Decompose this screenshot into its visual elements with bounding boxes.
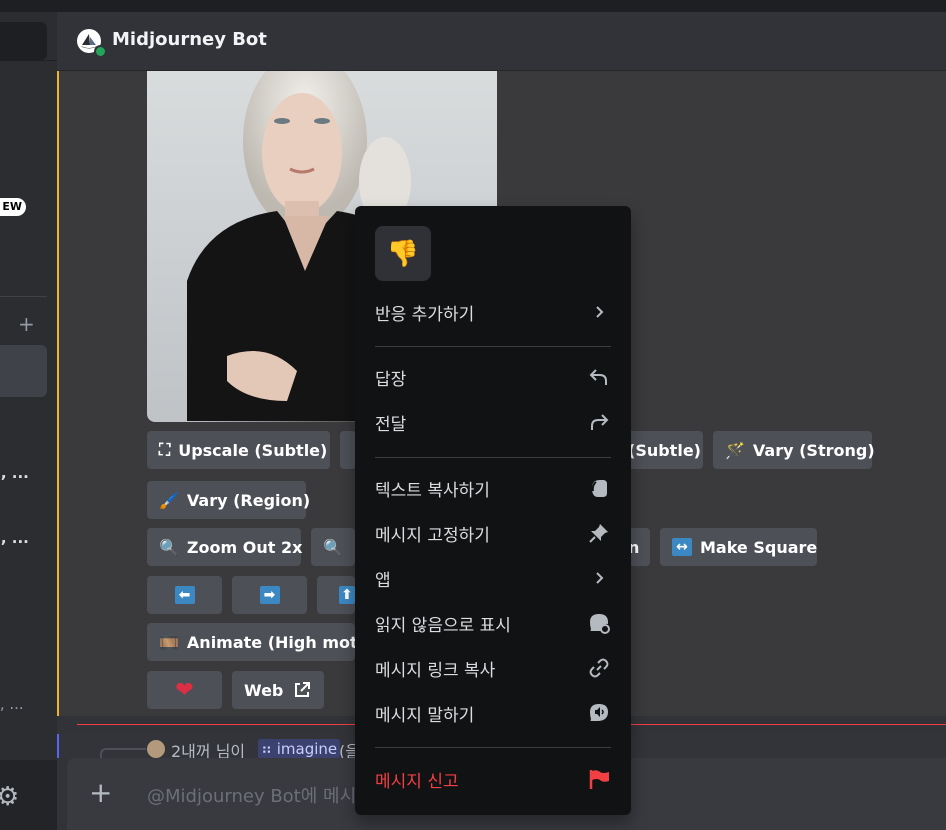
heart-icon: ❤ bbox=[175, 677, 194, 703]
reply-icon bbox=[587, 365, 611, 389]
magic-wand-icon: 🪄 bbox=[725, 440, 745, 460]
upscale-subtle-button[interactable]: ⛶ Upscale (Subtle) bbox=[147, 431, 330, 469]
forward-icon bbox=[587, 410, 611, 434]
quick-reaction-thumbs-down[interactable]: 👎 bbox=[375, 226, 431, 281]
slash-command-mention[interactable]: ⠶ imagine bbox=[258, 739, 341, 759]
menu-item-reply[interactable]: 답장 bbox=[367, 359, 619, 395]
arrow-right-icon: ➡ bbox=[259, 586, 280, 604]
pin-icon bbox=[587, 521, 611, 545]
channel-header: Midjourney Bot bbox=[57, 12, 946, 71]
vary-subtle-button[interactable]: (Subtle) bbox=[626, 431, 703, 469]
highlight-bar bbox=[57, 71, 59, 716]
sidebar-dm-item[interactable]: ), ... bbox=[0, 695, 24, 713]
menu-item-apps[interactable]: 앱 bbox=[367, 560, 619, 596]
sidebar-divider bbox=[0, 60, 57, 61]
film-icon: 🎞️ bbox=[159, 632, 179, 652]
menu-item-mark-unread[interactable]: 읽지 않음으로 표시 bbox=[367, 605, 619, 641]
attach-plus-icon[interactable]: + bbox=[89, 778, 112, 808]
sidebar-item-selected[interactable] bbox=[0, 345, 47, 397]
favorite-button[interactable]: ❤ bbox=[147, 671, 222, 709]
zoom-out-1-5x-button[interactable]: 🔍 bbox=[311, 528, 355, 566]
menu-separator bbox=[375, 457, 611, 458]
menu-item-copy-text[interactable]: 텍스트 복사하기 bbox=[367, 470, 619, 506]
page-title: Midjourney Bot bbox=[112, 29, 267, 50]
expand-icon: ⛶ bbox=[159, 440, 171, 459]
new-badge: EW bbox=[0, 198, 26, 216]
animate-high-motion-button[interactable]: 🎞️ Animate (High motion bbox=[147, 623, 386, 661]
sidebar-dm-item[interactable]: ), ... bbox=[0, 529, 29, 547]
zoom-out-2x-button[interactable]: 🔍 Zoom Out 2x bbox=[147, 528, 302, 566]
make-square-button[interactable]: ↔ Make Square bbox=[660, 528, 817, 566]
pan-right-button[interactable]: ➡ bbox=[232, 576, 307, 614]
chevron-right-icon bbox=[587, 566, 611, 590]
link-icon bbox=[587, 656, 611, 680]
paintbrush-icon: 🖌️ bbox=[159, 490, 179, 510]
external-link-icon bbox=[293, 681, 311, 699]
left-right-arrow-icon: ↔ bbox=[672, 538, 692, 556]
magnifier-icon: 🔍 bbox=[323, 537, 343, 557]
flag-icon bbox=[587, 767, 611, 791]
web-link-button[interactable]: Web bbox=[232, 671, 324, 709]
mark-unread-icon bbox=[587, 611, 611, 635]
message-input[interactable]: @Midjourney Bot에 메시 bbox=[147, 782, 356, 808]
menu-item-report-message[interactable]: 메시지 신고 bbox=[367, 761, 619, 797]
vary-strong-button[interactable]: 🪄 Vary (Strong) bbox=[713, 431, 875, 469]
avatar[interactable] bbox=[147, 740, 165, 758]
menu-item-copy-link[interactable]: 메시지 링크 복사 bbox=[367, 650, 619, 686]
gear-icon[interactable]: ⚙ bbox=[0, 782, 19, 812]
pan-up-button[interactable]: ⬆ bbox=[317, 576, 355, 614]
speak-icon bbox=[587, 701, 611, 725]
menu-item-speak-message[interactable]: 메시지 말하기 bbox=[367, 695, 619, 731]
menu-separator bbox=[375, 346, 611, 347]
search-box[interactable] bbox=[0, 22, 47, 60]
menu-item-add-reaction[interactable]: 반응 추가하기 bbox=[367, 294, 619, 330]
sidebar-dm-item[interactable]: ), ... bbox=[0, 464, 29, 482]
upscale-creative-button[interactable] bbox=[340, 431, 356, 469]
vary-region-button[interactable]: 🖌️ Vary (Region) bbox=[147, 481, 310, 519]
chevron-right-icon bbox=[587, 300, 611, 324]
message-context-menu: 👎 반응 추가하기 답장 전달 텍스트 복사하기 메시지 고정하기 앱 읽지 않… bbox=[355, 206, 631, 815]
online-status-icon bbox=[94, 45, 107, 58]
pan-left-button[interactable]: ⬅ bbox=[147, 576, 222, 614]
menu-item-pin-message[interactable]: 메시지 고정하기 bbox=[367, 515, 619, 551]
copy-text-icon bbox=[587, 476, 611, 500]
window-top-strip bbox=[0, 0, 946, 12]
command-icon: ⠶ bbox=[261, 740, 277, 758]
menu-separator bbox=[375, 747, 611, 748]
magnifier-icon: 🔍 bbox=[159, 537, 179, 557]
arrow-up-icon: ⬆ bbox=[339, 586, 355, 604]
arrow-left-icon: ⬅ bbox=[174, 586, 195, 604]
menu-item-forward[interactable]: 전달 bbox=[367, 404, 619, 440]
sidebar-divider bbox=[0, 296, 47, 297]
add-dm-icon[interactable]: + bbox=[18, 312, 35, 336]
channel-sidebar: EW + ), ... ), ... ), ... ⚙ bbox=[0, 12, 57, 830]
